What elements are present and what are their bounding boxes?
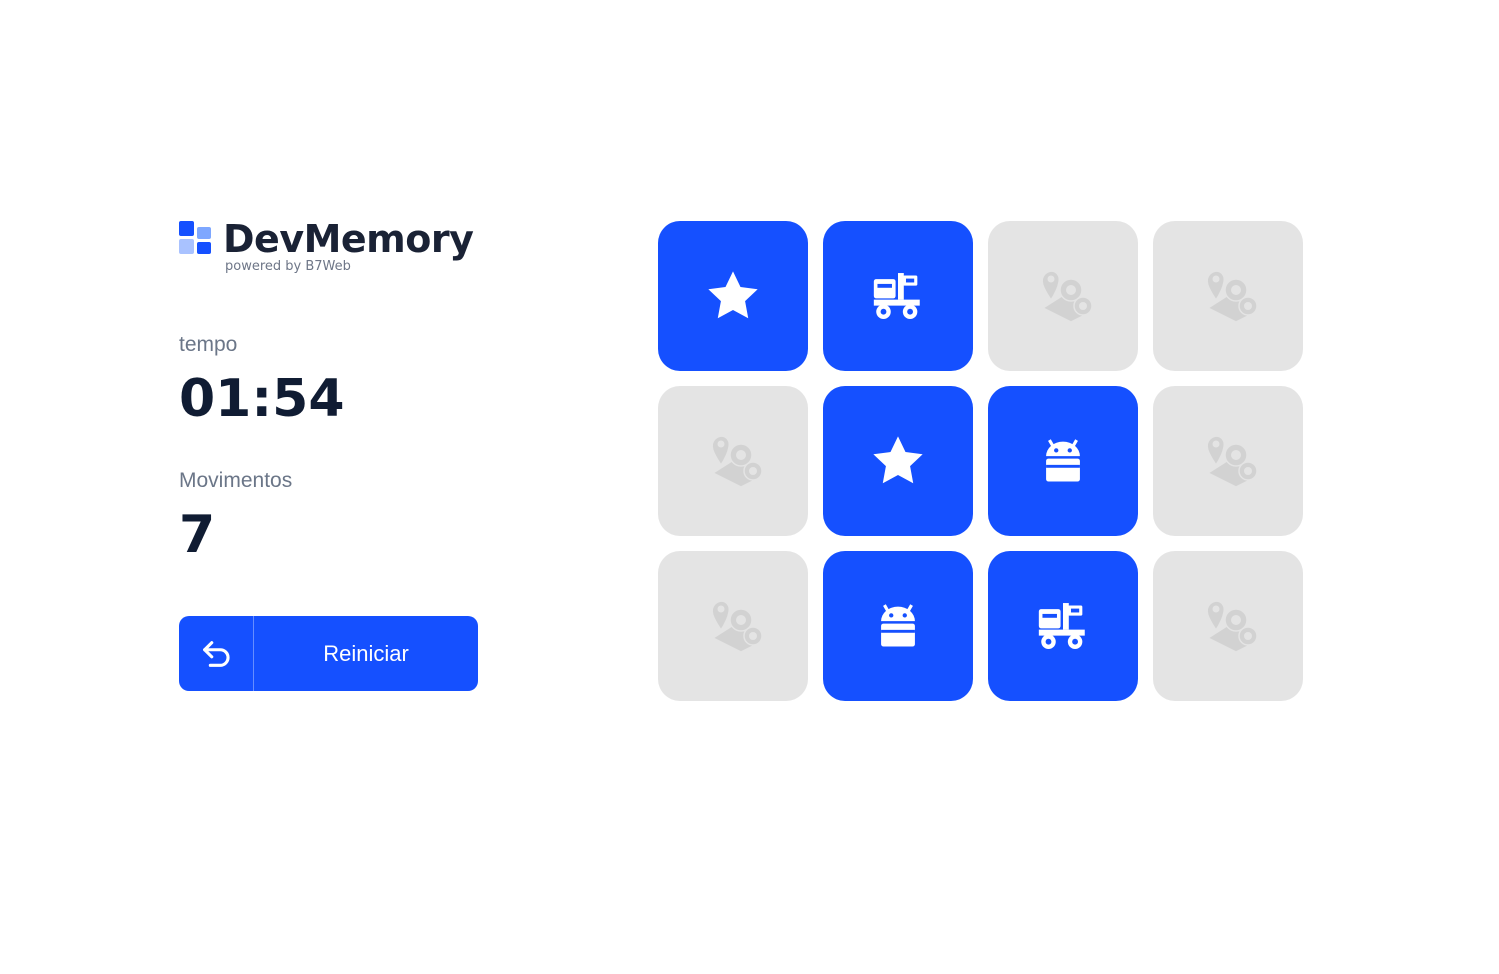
placeholder-icon	[1196, 429, 1260, 493]
card-open[interactable]	[658, 221, 808, 371]
card-open[interactable]	[988, 386, 1138, 536]
truck-icon	[1034, 597, 1092, 655]
restart-label: Reiniciar	[323, 640, 409, 666]
card-closed[interactable]	[1153, 386, 1303, 536]
card-closed[interactable]	[658, 386, 808, 536]
moves-value: 7	[179, 505, 216, 565]
moves-label: Movimentos	[179, 469, 293, 492]
card-closed[interactable]	[988, 221, 1138, 371]
card-closed[interactable]	[1153, 551, 1303, 701]
time-value: 01:54	[179, 369, 345, 429]
restart-icon	[179, 616, 254, 691]
star-icon	[704, 267, 762, 325]
time-label: tempo	[179, 333, 238, 356]
card-open[interactable]	[988, 551, 1138, 701]
truck-icon	[869, 267, 927, 325]
card-open[interactable]	[823, 221, 973, 371]
card-closed[interactable]	[658, 551, 808, 701]
restart-button[interactable]: Reiniciar	[179, 616, 478, 691]
card-closed[interactable]	[1153, 221, 1303, 371]
placeholder-icon	[1196, 594, 1260, 658]
logo-subtitle: powered by B7Web	[225, 259, 351, 274]
card-open[interactable]	[823, 551, 973, 701]
logo-name: DevMemory	[223, 217, 474, 261]
android-icon	[1034, 432, 1092, 490]
card-open[interactable]	[823, 386, 973, 536]
logo-mark-icon	[179, 221, 212, 254]
game-screen: DevMemory powered by B7Web tempo 01:54 M…	[0, 0, 1499, 974]
card-grid	[658, 221, 1303, 701]
placeholder-icon	[1196, 264, 1260, 328]
star-icon	[869, 432, 927, 490]
placeholder-icon	[701, 429, 765, 493]
placeholder-icon	[1031, 264, 1095, 328]
info-panel: DevMemory powered by B7Web tempo 01:54 M…	[179, 218, 479, 691]
android-icon	[869, 597, 927, 655]
logo: DevMemory powered by B7Web	[179, 218, 479, 280]
placeholder-icon	[701, 594, 765, 658]
